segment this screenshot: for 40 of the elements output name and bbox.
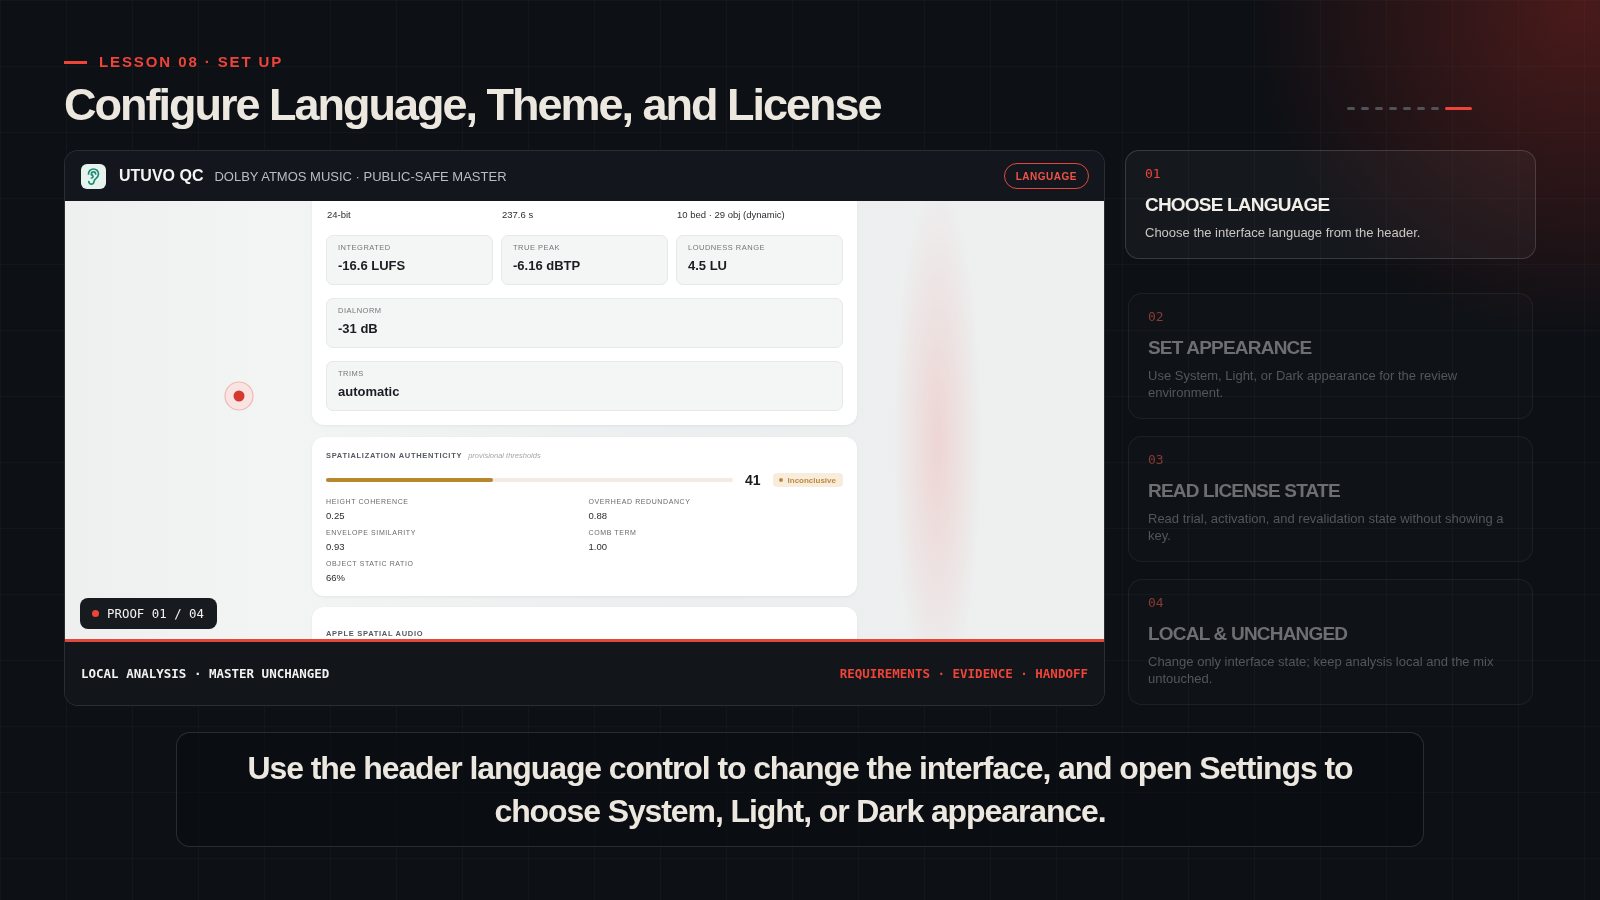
status-dot-icon: [92, 610, 99, 617]
lesson-title: Configure Language, Theme, and License: [64, 80, 881, 130]
measure-value: 0.93: [326, 541, 346, 553]
step-number: 03: [1148, 451, 1165, 468]
footer-sections: REQUIREMENTS · EVIDENCE · HANDOFF: [839, 666, 1088, 681]
metric-value: -31 dB: [338, 321, 379, 337]
caption-text: Use the header language control to change the interface, and open Settings to choose System, Light, or Dark appearance.: [246, 748, 1354, 831]
step-title: READ LICENSE STATE: [1148, 479, 1341, 502]
step-description: Choose the interface language from the header.: [1145, 224, 1422, 242]
summary-value: 237.6 s: [501, 209, 535, 221]
footer-status: LOCAL ANALYSIS · MASTER UNCHANGED: [81, 666, 330, 681]
app-name: UTUVO QC: [119, 167, 204, 185]
measure-value: 66%: [326, 572, 346, 584]
metric-value: -16.6 LUFS: [338, 258, 407, 274]
step-number: 02: [1148, 308, 1165, 325]
step-number: 04: [1148, 594, 1165, 611]
metric-value: -6.16 dBTP: [513, 258, 582, 274]
summary-value: 10 bed · 29 obj (dynamic): [676, 209, 786, 221]
step-number: 01: [1145, 166, 1162, 182]
step-description: Read trial, activation, and revalidation state without showing a key.: [1148, 509, 1505, 545]
step-description: Use System, Light, or Dark appearance for the review environment.: [1148, 366, 1459, 402]
ring-dot-icon: [224, 381, 254, 411]
lesson-eyebrow: LESSON 08 · SET UP: [99, 53, 284, 71]
metric-value: automatic: [338, 384, 401, 400]
step-title: LOCAL & UNCHANGED: [1148, 622, 1349, 645]
measure-value: 0.25: [326, 510, 346, 522]
step-title: SET APPEARANCE: [1148, 336, 1313, 359]
proof-label: PROOF 01 / 04: [107, 606, 204, 621]
verdict-badge: Inconclusive: [772, 473, 843, 487]
app-subtitle: DOLBY ATMOS MUSIC · PUBLIC-SAFE MASTER: [214, 168, 507, 184]
measure-value: 0.88: [588, 510, 608, 522]
ear-icon: [81, 163, 106, 189]
summary-value: 24-bit: [326, 209, 352, 221]
score-value: 41: [744, 472, 761, 488]
accent-line: [64, 60, 87, 64]
status-dot-icon: [778, 478, 783, 482]
metric-value: 4.5 LU: [688, 258, 728, 274]
step-description: Change only interface state; keep analysis local and the mix untouched.: [1148, 652, 1495, 688]
measure-value: 1.00: [588, 541, 608, 553]
step-title: CHOOSE LANGUAGE: [1145, 194, 1331, 216]
